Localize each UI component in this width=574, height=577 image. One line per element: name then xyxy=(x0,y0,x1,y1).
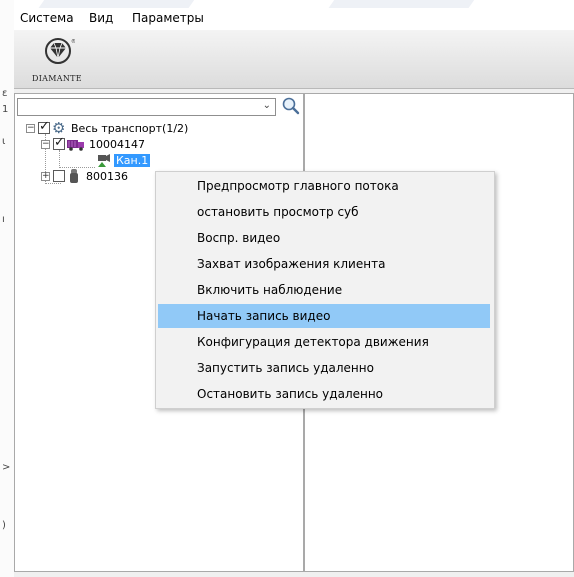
collapse-icon[interactable]: − xyxy=(41,140,50,149)
menu-item-enable-monitoring[interactable]: Включить наблюдение xyxy=(158,278,490,302)
menu-item-playback-video[interactable]: Воспр. видео xyxy=(158,226,490,250)
menu-item-motion-detector-config[interactable]: Конфигурация детектора движения xyxy=(158,330,490,354)
collapse-icon[interactable]: − xyxy=(26,124,35,133)
menu-parametry[interactable]: Параметры xyxy=(132,11,204,25)
tree-node-vehicle-10004147[interactable]: − ✓ 10004147 xyxy=(15,135,303,154)
tree-node-label: 10004147 xyxy=(89,138,145,151)
edge-mark: ) xyxy=(2,520,6,531)
edge-mark: ı xyxy=(2,214,5,225)
registered-mark: ® xyxy=(71,38,75,45)
edge-mark: 1 xyxy=(2,104,9,115)
tree-node-label: Кан.1 xyxy=(114,154,151,167)
device-icon xyxy=(69,169,79,186)
logo-toolbar: ® DIAMANTE xyxy=(14,30,574,89)
tree-node-label: 800136 xyxy=(86,170,128,183)
edge-mark: ε xyxy=(2,88,8,99)
chevron-down-icon[interactable]: ⌄ xyxy=(263,100,271,111)
tree-node-channel-1[interactable]: Кан.1 xyxy=(15,153,303,169)
context-menu: Предпросмотр главного потока остановить … xyxy=(155,171,495,409)
edge-mark: ι xyxy=(2,136,6,147)
edge-mark: > xyxy=(2,462,11,473)
tree-node-label: Весь транспорт(1/2) xyxy=(71,122,189,135)
search-combobox[interactable]: ⌄ xyxy=(17,98,276,116)
menu-item-start-remote-recording[interactable]: Запустить запись удаленно xyxy=(158,356,490,380)
logo-text: DIAMANTE xyxy=(32,74,82,83)
truck-icon xyxy=(67,138,85,154)
menu-item-preview-main-stream[interactable]: Предпросмотр главного потока xyxy=(158,174,490,198)
menu-item-stop-sub-preview[interactable]: остановить просмотр суб xyxy=(158,200,490,224)
menu-item-stop-remote-recording[interactable]: Остановить запись удаленно xyxy=(158,382,490,406)
menu-bar: Система Вид Параметры xyxy=(14,8,574,30)
checkbox-vehicle-800136[interactable] xyxy=(53,170,65,182)
search-row: ⌄ xyxy=(15,94,305,120)
expand-icon[interactable]: + xyxy=(41,172,50,181)
checkmark-icon: ✓ xyxy=(54,135,65,150)
search-icon[interactable] xyxy=(281,96,301,116)
menu-item-start-recording[interactable]: Начать запись видео xyxy=(158,304,490,328)
menu-item-capture-image[interactable]: Захват изображения клиента xyxy=(158,252,490,276)
checkbox-all-transport[interactable]: ✓ xyxy=(38,119,50,134)
checkmark-icon: ✓ xyxy=(39,119,50,134)
diamond-logo-icon: ® xyxy=(45,36,76,69)
checkbox-vehicle-10004147[interactable]: ✓ xyxy=(53,135,65,150)
menu-vid[interactable]: Вид xyxy=(89,11,113,25)
left-edge-strip: ε 1 ι ı > ) xyxy=(0,0,14,577)
menu-sistema[interactable]: Система xyxy=(20,11,74,25)
